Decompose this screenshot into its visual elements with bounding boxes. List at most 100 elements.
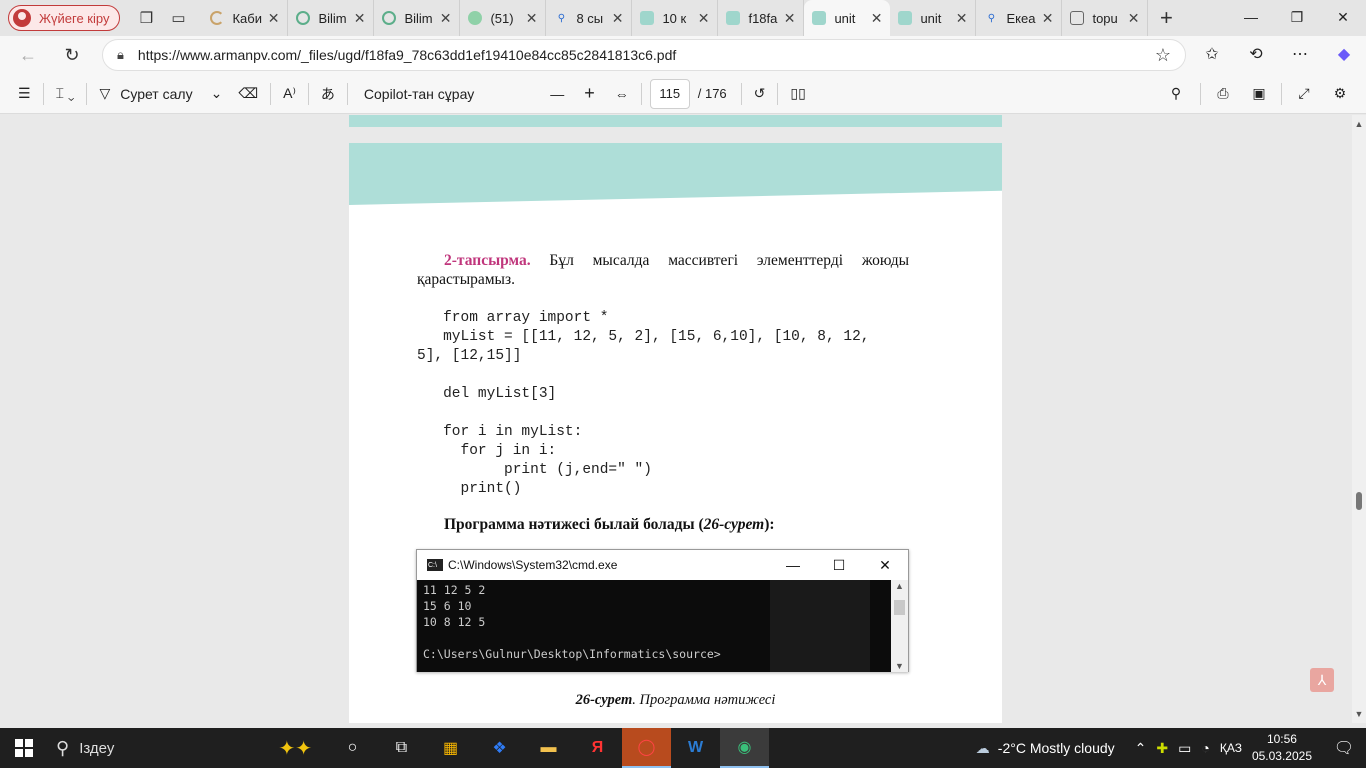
scroll-thumb[interactable] [1356, 492, 1362, 510]
taskbar-search[interactable]: ⚲ Іздеу ✦✦ [48, 728, 328, 768]
history-icon[interactable]: ⟲ [1234, 38, 1278, 70]
favorite-star-icon[interactable]: ☆ [1155, 45, 1171, 66]
chevron-down-icon: ⌄ [210, 85, 223, 101]
workspaces-icon[interactable]: ❒ [130, 4, 162, 32]
avatar-icon [13, 9, 31, 27]
close-tab-icon[interactable]: ✕ [354, 10, 366, 27]
tab-9[interactable]: unit ✕ [890, 0, 977, 36]
zoom-in-icon[interactable]: + [576, 78, 603, 110]
refresh-icon[interactable]: ↻ [52, 39, 92, 71]
battery-icon[interactable]: ▭ [1178, 740, 1191, 757]
pdf-viewer[interactable]: 2-тапсырма. Бұл мысалда массивтегі элеме… [0, 115, 1352, 723]
read-aloud-icon[interactable]: A⁾ [275, 78, 304, 110]
scroll-up-icon[interactable]: ▲ [1352, 119, 1366, 129]
contents-icon[interactable]: ☰ [10, 78, 39, 110]
back-icon[interactable]: ← [8, 39, 48, 71]
copilot-ask-button[interactable]: Copilot-тан сұрау [356, 78, 482, 110]
yandex-icon[interactable]: Я [573, 728, 622, 768]
opera-icon[interactable]: ◯ [622, 728, 671, 768]
new-tab-button[interactable]: + [1148, 0, 1184, 36]
tab-active[interactable]: unit ✕ [804, 0, 891, 36]
fullscreen-icon[interactable]: ⤢ [1286, 78, 1322, 110]
cmd-minimize-icon: — [786, 557, 800, 573]
tab-6[interactable]: 10 к ✕ [632, 0, 719, 36]
rotate-icon[interactable]: ↺ [746, 78, 774, 110]
clock[interactable]: 10:56 05.03.2025 [1242, 731, 1322, 765]
close-tab-icon[interactable]: ✕ [1128, 10, 1140, 27]
more-menu-icon[interactable]: ⋯ [1278, 38, 1322, 70]
tab-5[interactable]: ⚲ 8 сы ✕ [546, 0, 633, 36]
save-icon[interactable]: ▣ [1241, 78, 1277, 110]
viewer-scrollbar[interactable]: ▲ ▼ [1352, 115, 1366, 723]
site-icon [468, 11, 483, 25]
figure-ref: 26-сурет [703, 516, 765, 533]
store-icon[interactable]: ▦ [426, 728, 475, 768]
highlight-icon[interactable]: ⌶ ⌄ [48, 78, 83, 110]
tab-actions-icon[interactable]: ▭ [162, 4, 194, 32]
close-window-icon[interactable]: ✕ [1320, 0, 1366, 34]
weather-icon[interactable]: ☁ [976, 740, 990, 757]
divider [1281, 82, 1282, 105]
word-icon[interactable]: W [671, 728, 720, 768]
file-explorer-icon[interactable]: ▬ [524, 728, 573, 768]
eraser-icon[interactable]: ⌫ [230, 78, 266, 110]
taskbar: ⚲ Іздеу ✦✦ ○ ⧉ ▦ ❖ ▬ Я ◯ W ◉ ☁ -2°C Mostly… [0, 728, 1366, 768]
close-tab-icon[interactable]: ✕ [612, 10, 624, 27]
restore-icon[interactable]: ❐ [1274, 0, 1320, 34]
close-tab-icon[interactable]: ✕ [268, 10, 280, 27]
weather-text[interactable]: -2°C Mostly cloudy [998, 740, 1115, 756]
cmd-icon: C:\ [427, 559, 443, 571]
close-tab-icon[interactable]: ✕ [698, 10, 710, 27]
edge-icon[interactable]: ◉ [720, 728, 769, 768]
tray-app-icon[interactable]: ✚ [1156, 740, 1168, 757]
scroll-down-icon[interactable]: ▼ [1352, 709, 1366, 719]
site-icon [296, 11, 311, 25]
address-input[interactable]: 🔒︎ https://www.armanpv.com/_files/ugd/f1… [102, 39, 1186, 71]
tab-4[interactable]: (51) ✕ [460, 0, 547, 36]
settings-gear-icon[interactable]: ⚙ [1322, 78, 1358, 110]
start-button[interactable] [0, 728, 48, 768]
task-view-icon[interactable]: ⧉ [377, 728, 426, 768]
profile-label: Жүйеге кіру [39, 10, 110, 26]
code-import-block: from array import * myList = [[11, 12, 5… [417, 310, 870, 364]
pdf-icon [640, 11, 655, 25]
dropbox-icon[interactable]: ❖ [475, 728, 524, 768]
print-icon[interactable]: ⎙ [1205, 78, 1241, 110]
translate-icon[interactable]: あ [313, 78, 343, 110]
zoom-out-icon[interactable]: — [542, 78, 572, 110]
fit-page-icon[interactable]: ⇔ [607, 78, 637, 110]
divider [42, 82, 44, 105]
close-tab-icon[interactable]: ✕ [526, 10, 538, 27]
lock-icon: 🔒︎ [117, 47, 124, 62]
close-tab-icon[interactable]: ✕ [871, 10, 883, 27]
tab-2[interactable]: Bilim ✕ [288, 0, 375, 36]
wifi-icon[interactable]: ◔ [1201, 740, 1209, 756]
draw-button[interactable]: ▽ Сурет салу ⌄ [91, 78, 230, 110]
minimize-icon[interactable]: — [1228, 0, 1274, 34]
cortana-icon[interactable]: ○ [328, 728, 377, 768]
document-icon [1070, 11, 1085, 25]
close-tab-icon[interactable]: ✕ [956, 10, 968, 27]
page-view-icon[interactable]: ▯▯ [782, 78, 813, 110]
pdf-icon [726, 11, 741, 25]
copilot-icon[interactable]: ◆ [1322, 38, 1366, 70]
tray-chevron-icon[interactable]: ⌃ [1135, 740, 1147, 757]
adobe-pdf-icon[interactable]: ⅄ [1310, 668, 1334, 692]
tab-11[interactable]: topu ✕ [1062, 0, 1149, 36]
profile-button[interactable]: Жүйеге кіру [8, 5, 121, 31]
search-icon[interactable]: ⚲ [1156, 78, 1196, 110]
close-tab-icon[interactable]: ✕ [784, 10, 796, 27]
pdf-toolbar: ☰ ⌶ ⌄ ▽ Сурет салу ⌄ ⌫ A⁾ あ Copilot-тан сұ… [0, 74, 1366, 114]
notifications-icon[interactable]: 🗨︎ [1322, 738, 1366, 758]
page-number-input[interactable]: 115 [649, 78, 690, 109]
divider [346, 82, 348, 105]
language-indicator[interactable]: ҚАЗ [1220, 741, 1242, 755]
search-icon: ⚲ [557, 12, 566, 24]
tab-1[interactable]: Каби ✕ [202, 0, 289, 36]
close-tab-icon[interactable]: ✕ [1042, 10, 1054, 27]
close-tab-icon[interactable]: ✕ [440, 10, 452, 27]
favorites-icon[interactable]: ✩ [1190, 38, 1234, 70]
tab-7[interactable]: f18fa ✕ [718, 0, 805, 36]
tab-10[interactable]: ⚲ Екеа ✕ [976, 0, 1063, 36]
tab-3[interactable]: Bilim ✕ [374, 0, 461, 36]
